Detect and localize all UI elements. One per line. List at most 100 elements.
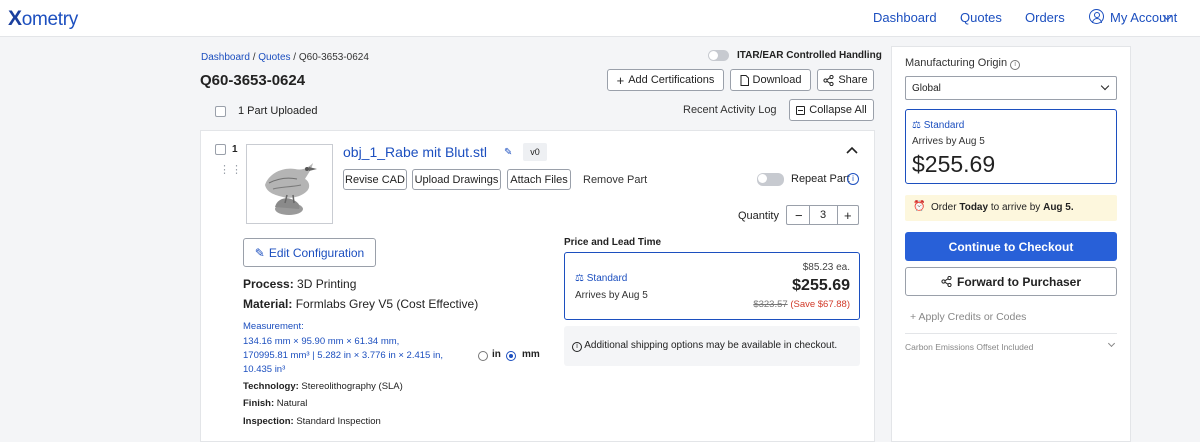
pencil-icon: ✎ xyxy=(254,245,265,260)
continue-to-checkout-button[interactable]: Continue to Checkout xyxy=(905,232,1117,261)
technology-label: Technology: xyxy=(243,381,299,392)
sidebar-tier-label: Standard xyxy=(923,120,965,131)
add-certifications-label: Add Certifications xyxy=(628,74,715,86)
breadcrumb-separator: / xyxy=(290,52,299,63)
part-checkbox[interactable] xyxy=(215,144,226,155)
remove-part-link[interactable]: Remove Part xyxy=(583,174,647,186)
nav-dashboard-link[interactable]: Dashboard xyxy=(873,10,937,25)
process-label: Process: xyxy=(243,277,294,291)
top-navbar: Xometry Dashboard Quotes Orders My Accou… xyxy=(0,0,1200,37)
inspection-label: Inspection: xyxy=(243,416,294,427)
parts-uploaded-count: 1 Part Uploaded xyxy=(238,105,318,117)
origin-selected-value: Global xyxy=(912,83,941,94)
nav-orders-link[interactable]: Orders xyxy=(1025,10,1065,25)
part-filename-link[interactable]: obj_1_Rabe mit Blut.stl xyxy=(343,144,487,160)
price-lead-time-title: Price and Lead Time xyxy=(564,237,662,248)
share-label: Share xyxy=(838,74,868,86)
plus-icon[interactable]: + xyxy=(844,208,852,223)
process-row: Process: 3D Printing xyxy=(243,277,356,291)
download-label: Download xyxy=(752,74,802,86)
process-value: 3D Printing xyxy=(297,277,357,291)
upload-drawings-button[interactable]: Upload Drawings xyxy=(412,169,501,190)
version-badge[interactable]: v0 xyxy=(523,143,547,161)
savings-amount: (Save $67.88) xyxy=(790,299,850,310)
recent-activity-link[interactable]: Recent Activity Log xyxy=(683,104,777,116)
material-value: Formlabs Grey V5 (Cost Effective) xyxy=(295,297,479,311)
material-row: Material: Formlabs Grey V5 (Cost Effecti… xyxy=(243,297,478,311)
repeat-part-toggle[interactable] xyxy=(757,173,784,186)
drag-handle-icon[interactable]: ⋮⋮ xyxy=(219,165,243,176)
sidebar-tier-row: ⚖ Standard xyxy=(912,120,964,131)
quantity-stepper[interactable]: − 3 + xyxy=(786,205,859,225)
unit-mm-radio[interactable] xyxy=(506,351,516,361)
itar-toggle[interactable] xyxy=(708,50,729,61)
sidebar-divider xyxy=(905,333,1117,334)
edit-configuration-label: Edit Configuration xyxy=(268,245,365,260)
carbon-offset-text: Carbon Emissions Offset Included xyxy=(905,342,1034,352)
price-savings: $323.57 (Save $67.88) xyxy=(753,299,850,310)
revise-cad-button[interactable]: Revise CAD xyxy=(343,169,407,190)
nav-quotes-link[interactable]: Quotes xyxy=(960,10,1002,25)
quantity-value[interactable]: 3 xyxy=(820,209,826,221)
measurement-label: Measurement: xyxy=(243,321,304,332)
original-price: $323.57 xyxy=(753,299,788,310)
order-date: Aug 5. xyxy=(1043,202,1074,213)
unit-in-radio[interactable] xyxy=(478,351,488,361)
account-icon[interactable] xyxy=(1089,9,1104,24)
info-icon[interactable]: i xyxy=(1010,60,1021,70)
total-price: $255.69 xyxy=(792,277,850,294)
chevron-down-icon xyxy=(1100,81,1110,91)
download-button[interactable]: Download xyxy=(730,69,811,91)
origin-label-text: Manufacturing Origin xyxy=(905,57,1008,69)
material-label: Material: xyxy=(243,297,293,311)
standard-tier-row: ⚖ Standard xyxy=(575,273,627,284)
minus-icon[interactable]: − xyxy=(795,208,803,223)
manufacturing-origin-select[interactable]: Global xyxy=(905,76,1117,100)
technology-row: Technology: Stereolithography (SLA) xyxy=(243,381,403,392)
inspection-value: Standard Inspection xyxy=(296,416,381,427)
measurement-line-2: 170995.81 mm³ | 5.282 in × 3.776 in × 2.… xyxy=(243,350,443,361)
order-deadline-notice: ⏰ Order Today to arrive by Aug 5. xyxy=(905,195,1117,221)
part-index: 1 xyxy=(232,144,238,155)
breadcrumb-current: Q60-3653-0624 xyxy=(298,52,369,63)
collapse-all-button[interactable]: Collapse All xyxy=(789,99,874,121)
stepper-divider xyxy=(809,206,810,224)
selected-lead-time-card[interactable]: ⚖ Standard Arrives by Aug 5 $255.69 xyxy=(905,109,1117,184)
alarm-clock-icon: ⏰ xyxy=(913,201,926,212)
order-pre: Order xyxy=(931,202,957,213)
select-all-checkbox[interactable] xyxy=(215,106,226,117)
shipping-note: i Additional shipping options may be ava… xyxy=(572,340,837,352)
itar-label: ITAR/EAR Controlled Handling xyxy=(737,50,882,61)
apply-credits-link[interactable]: + Apply Credits or Codes xyxy=(910,311,1026,323)
measurement-line-1: 134.16 mm × 95.90 mm × 61.34 mm, xyxy=(243,336,400,347)
attach-files-button[interactable]: Attach Files xyxy=(507,169,571,190)
edit-filename-icon[interactable]: ✎ xyxy=(504,147,512,158)
shipping-note-text: Additional shipping options may be avail… xyxy=(584,340,838,351)
plus-icon: + xyxy=(616,72,625,88)
measurement-line-3: 10.435 in³ xyxy=(243,364,286,375)
manufacturing-origin-label: Manufacturing Origin i xyxy=(905,57,1021,70)
collapse-icon xyxy=(796,105,806,115)
add-certifications-button[interactable]: + Add Certifications xyxy=(607,69,724,91)
unit-price: $85.23 ea. xyxy=(802,262,850,273)
sidebar-total-price: $255.69 xyxy=(912,151,996,177)
lead-time-option-card[interactable]: ⚖ Standard Arrives by Aug 5 $85.23 ea. $… xyxy=(564,252,860,320)
xometry-logo[interactable]: Xometry xyxy=(8,7,78,31)
collapse-part-icon[interactable] xyxy=(845,144,859,154)
shipping-note-box: i Additional shipping options may be ava… xyxy=(564,326,860,366)
breadcrumb-quotes-link[interactable]: Quotes xyxy=(258,52,290,63)
finish-label: Finish: xyxy=(243,398,275,409)
scale-icon: ⚖ xyxy=(912,120,921,131)
finish-value: Natural xyxy=(276,398,308,409)
info-icon[interactable]: i xyxy=(847,173,859,185)
part-thumbnail[interactable] xyxy=(246,144,333,224)
order-mid: to arrive by xyxy=(990,202,1041,213)
quantity-label: Quantity xyxy=(738,210,779,222)
edit-configuration-button[interactable]: ✎ Edit Configuration xyxy=(243,238,376,267)
share-button[interactable]: Share xyxy=(817,69,874,91)
breadcrumb-dashboard-link[interactable]: Dashboard xyxy=(201,52,250,63)
document-icon xyxy=(740,74,749,86)
share-icon xyxy=(941,276,952,287)
inspection-row: Inspection: Standard Inspection xyxy=(243,416,381,427)
forward-to-purchaser-button[interactable]: Forward to Purchaser xyxy=(905,267,1117,296)
